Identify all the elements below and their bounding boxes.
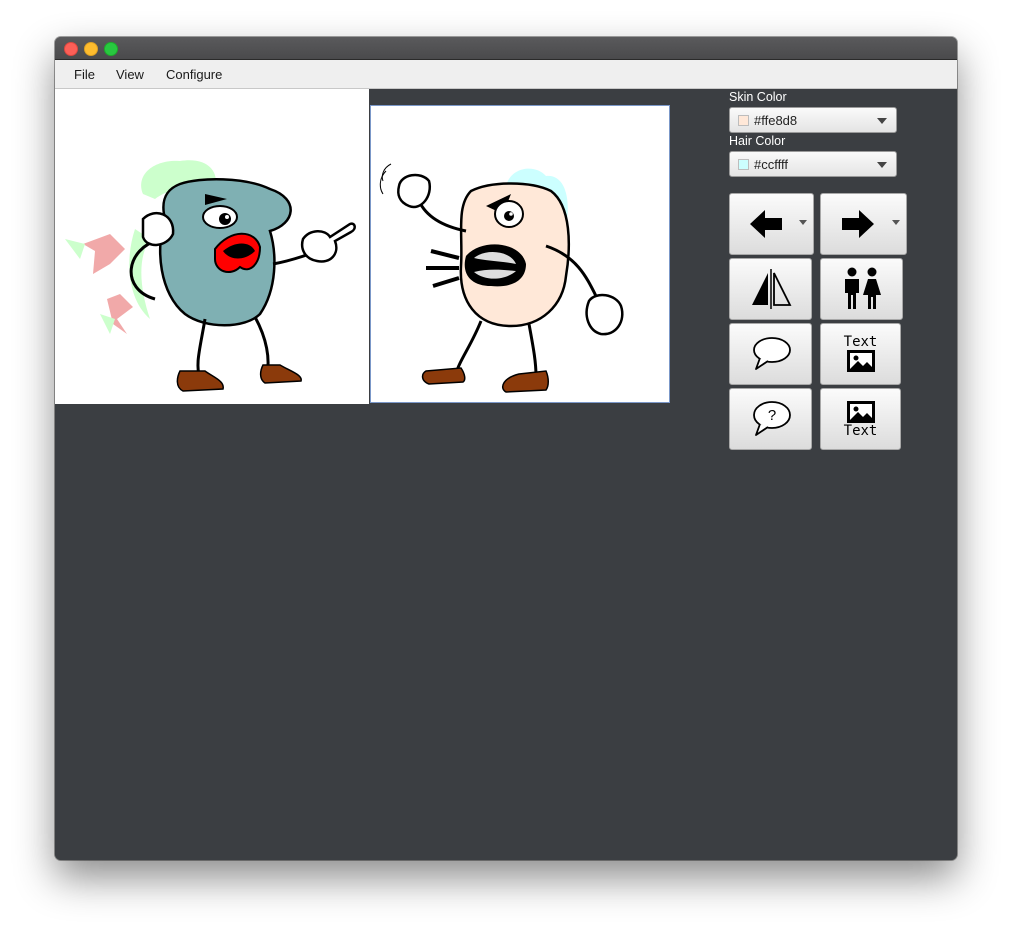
- people-icon: [844, 267, 881, 309]
- text-below-image-button[interactable]: Text: [820, 388, 901, 450]
- arrow-left-icon: [749, 210, 782, 238]
- text-label: Text: [843, 334, 878, 350]
- app-window: File View Configure Skin Color #ffe8d8 H…: [55, 37, 957, 860]
- character-angry-pointing: [65, 160, 356, 392]
- workspace: Skin Color #ffe8d8 Hair Color #ccffff Te…: [55, 89, 957, 860]
- menu-configure[interactable]: Configure: [166, 67, 222, 82]
- question-mark: ?: [767, 407, 775, 424]
- close-window-button[interactable]: [64, 42, 78, 56]
- comic-panel-2[interactable]: [370, 105, 670, 403]
- text-label: Text: [843, 423, 878, 439]
- comic-panel-1[interactable]: [55, 89, 369, 404]
- thought-bubble-icon: ?: [752, 401, 791, 436]
- next-button[interactable]: [820, 193, 907, 255]
- skin-color-select[interactable]: #ffe8d8: [729, 107, 897, 133]
- menu-file[interactable]: File: [74, 67, 95, 82]
- hair-color-value: #ccffff: [754, 157, 788, 172]
- speech-bubble-button[interactable]: [729, 323, 812, 385]
- hair-color-label: Hair Color: [729, 134, 786, 148]
- menu-bar: File View Configure: [55, 60, 957, 89]
- previous-button[interactable]: [729, 193, 814, 255]
- title-bar: [55, 37, 957, 60]
- minimize-window-button[interactable]: [84, 42, 98, 56]
- dropdown-arrow-icon[interactable]: [892, 220, 900, 225]
- skin-color-swatch: [738, 115, 749, 126]
- chevron-down-icon: [877, 162, 887, 168]
- image-icon: [846, 401, 875, 423]
- thought-bubble-button[interactable]: ?: [729, 388, 812, 450]
- flip-icon: [751, 269, 791, 309]
- chevron-down-icon: [877, 118, 887, 124]
- skin-color-label: Skin Color: [729, 90, 787, 104]
- menu-view[interactable]: View: [116, 67, 144, 82]
- characters-button[interactable]: [820, 258, 903, 320]
- hair-color-select[interactable]: #ccffff: [729, 151, 897, 177]
- skin-color-value: #ffe8d8: [754, 113, 798, 128]
- text-above-image-button[interactable]: Text: [820, 323, 901, 385]
- hair-color-swatch: [738, 159, 749, 170]
- arrow-right-icon: [841, 210, 874, 238]
- dropdown-arrow-icon[interactable]: [799, 220, 807, 225]
- image-icon: [846, 350, 875, 372]
- character-shouting: [379, 163, 624, 393]
- zoom-window-button[interactable]: [104, 42, 118, 56]
- speech-bubble-icon: [752, 337, 791, 370]
- flip-button[interactable]: [729, 258, 812, 320]
